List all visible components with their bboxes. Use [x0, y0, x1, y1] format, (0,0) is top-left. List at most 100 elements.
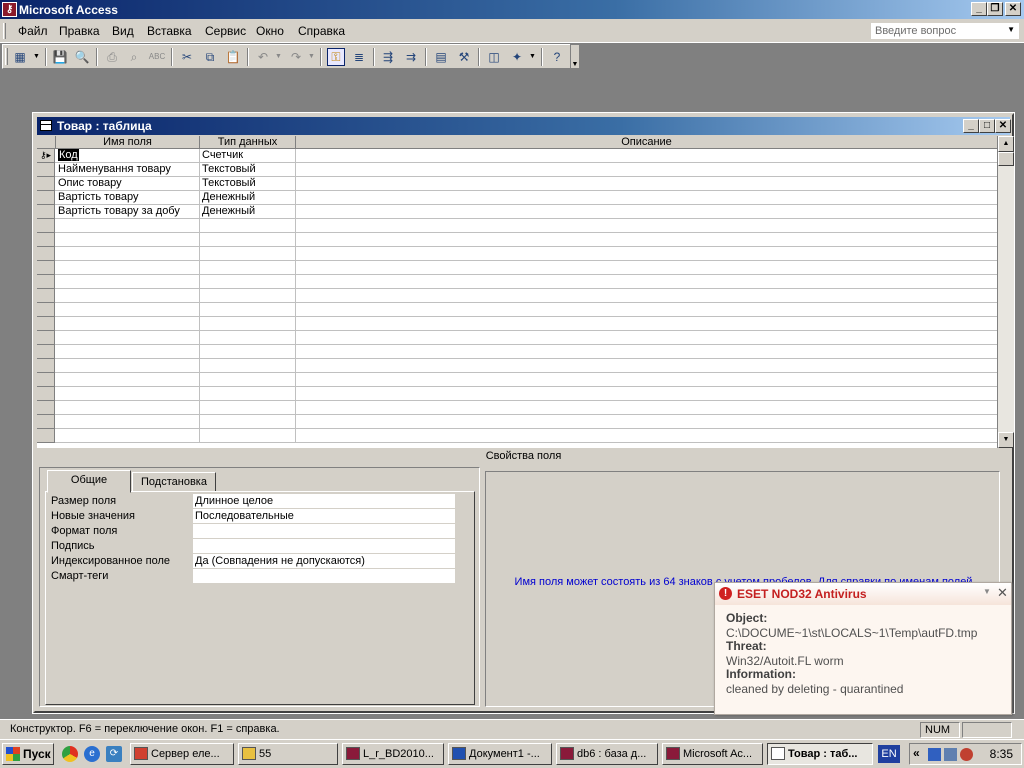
paste-icon[interactable]: 📋 — [224, 48, 242, 66]
table-row[interactable] — [37, 289, 997, 303]
data-type-cell[interactable] — [200, 233, 296, 247]
description-cell[interactable] — [296, 359, 997, 373]
table-row[interactable]: Найменування товару Текстовый — [37, 163, 997, 177]
description-cell[interactable] — [296, 401, 997, 415]
table-row[interactable] — [37, 429, 997, 443]
data-type-cell[interactable] — [200, 401, 296, 415]
minimize-button[interactable]: _ — [971, 2, 987, 16]
close-icon[interactable]: ✕ — [997, 585, 1008, 601]
indexes-icon[interactable]: ≣ — [350, 48, 368, 66]
chevron-down-icon[interactable]: ▼ — [983, 587, 991, 596]
description-cell[interactable] — [296, 163, 997, 177]
table-row[interactable] — [37, 345, 997, 359]
field-name-cell[interactable] — [56, 219, 200, 233]
field-name-cell[interactable] — [56, 317, 200, 331]
menu-insert[interactable]: Вставка — [147, 24, 192, 38]
redo-icon[interactable]: ↷ — [287, 48, 305, 66]
row-selector[interactable] — [37, 303, 55, 317]
data-type-cell[interactable]: Денежный — [200, 205, 296, 219]
table-row[interactable] — [37, 247, 997, 261]
grid-corner[interactable] — [37, 136, 56, 149]
field-name-cell[interactable] — [56, 303, 200, 317]
data-type-cell[interactable] — [200, 429, 296, 443]
row-selector[interactable] — [37, 261, 55, 275]
table-row[interactable] — [37, 233, 997, 247]
table-row[interactable] — [37, 373, 997, 387]
field-name-cell[interactable] — [56, 415, 200, 429]
field-name-cell[interactable] — [56, 261, 200, 275]
table-row[interactable] — [37, 317, 997, 331]
undo-icon[interactable]: ↶ — [254, 48, 272, 66]
row-selector[interactable] — [37, 429, 55, 443]
data-type-cell[interactable] — [200, 289, 296, 303]
field-name-cell[interactable]: Найменування товару — [56, 163, 200, 177]
field-name-cell[interactable] — [56, 359, 200, 373]
menu-help[interactable]: Справка — [298, 24, 345, 38]
data-type-cell[interactable] — [200, 373, 296, 387]
access-app-icon[interactable]: ⚷ — [2, 2, 17, 17]
field-name-cell[interactable] — [56, 247, 200, 261]
row-selector[interactable] — [37, 331, 55, 345]
data-type-cell[interactable] — [200, 317, 296, 331]
toolbar-options-icon[interactable]: ▼ — [570, 44, 580, 69]
start-button[interactable]: Пуск — [2, 743, 54, 765]
field-name-cell[interactable] — [56, 289, 200, 303]
table-row[interactable] — [37, 415, 997, 429]
table-close-button[interactable]: ✕ — [995, 119, 1011, 133]
data-type-cell[interactable]: Денежный — [200, 191, 296, 205]
antivirus-tray-icon[interactable] — [960, 748, 973, 761]
taskbar-button[interactable]: Microsoft Ac... — [662, 743, 763, 765]
help-icon[interactable]: ? — [548, 48, 566, 66]
row-selector[interactable] — [37, 345, 55, 359]
save-icon[interactable]: 💾 — [51, 48, 69, 66]
selected-field-name[interactable]: Код — [58, 149, 79, 161]
tab-general[interactable]: Общие — [47, 470, 131, 493]
description-cell[interactable] — [296, 247, 997, 261]
volume-icon[interactable] — [944, 748, 957, 761]
table-row[interactable] — [37, 401, 997, 415]
data-type-cell[interactable] — [200, 219, 296, 233]
table-row[interactable]: ⚷▸ Код Счетчик — [37, 149, 997, 163]
field-name-cell[interactable]: Код — [56, 149, 200, 163]
data-type-cell[interactable]: Текстовый — [200, 177, 296, 191]
row-selector[interactable] — [37, 247, 55, 261]
language-indicator[interactable]: EN — [878, 745, 900, 763]
data-type-cell[interactable] — [200, 331, 296, 345]
row-selector[interactable] — [37, 387, 55, 401]
data-type-cell[interactable] — [200, 345, 296, 359]
table-maximize-button[interactable]: □ — [979, 119, 995, 133]
property-value-field[interactable] — [193, 539, 455, 554]
field-name-cell[interactable] — [56, 401, 200, 415]
field-name-cell[interactable] — [56, 345, 200, 359]
new-object-dropdown-icon[interactable]: ▼ — [529, 48, 536, 66]
field-name-cell[interactable] — [56, 373, 200, 387]
description-cell[interactable] — [296, 289, 997, 303]
field-name-cell[interactable] — [56, 331, 200, 345]
table-row[interactable] — [37, 275, 997, 289]
table-row[interactable] — [37, 387, 997, 401]
menu-window[interactable]: Окно — [256, 24, 284, 38]
tab-lookup[interactable]: Подстановка — [132, 472, 216, 492]
column-header-field-name[interactable]: Имя поля — [56, 136, 200, 149]
table-row[interactable] — [37, 219, 997, 233]
row-selector[interactable] — [37, 205, 55, 219]
row-selector[interactable] — [37, 275, 55, 289]
build-icon[interactable]: ⚒ — [455, 48, 473, 66]
description-cell[interactable] — [296, 317, 997, 331]
database-window-icon[interactable]: ◫ — [485, 48, 503, 66]
maximize-button[interactable]: ❐ — [987, 2, 1003, 16]
field-name-cell[interactable] — [56, 387, 200, 401]
data-type-cell[interactable] — [200, 247, 296, 261]
table-minimize-button[interactable]: _ — [963, 119, 979, 133]
description-cell[interactable] — [296, 219, 997, 233]
scroll-thumb[interactable] — [998, 152, 1014, 166]
table-row[interactable]: Вартість товару за добу Денежный — [37, 205, 997, 219]
property-value-field[interactable]: Длинное целое — [193, 494, 455, 509]
internet-explorer-icon[interactable]: e — [84, 746, 100, 762]
description-cell[interactable] — [296, 415, 997, 429]
copy-icon[interactable]: ⧉ — [201, 48, 219, 66]
row-selector[interactable] — [37, 289, 55, 303]
undo-dropdown-icon[interactable]: ▼ — [275, 48, 282, 66]
cut-icon[interactable]: ✂ — [178, 48, 196, 66]
quick-launch-icon[interactable]: ⟳ — [106, 746, 122, 762]
